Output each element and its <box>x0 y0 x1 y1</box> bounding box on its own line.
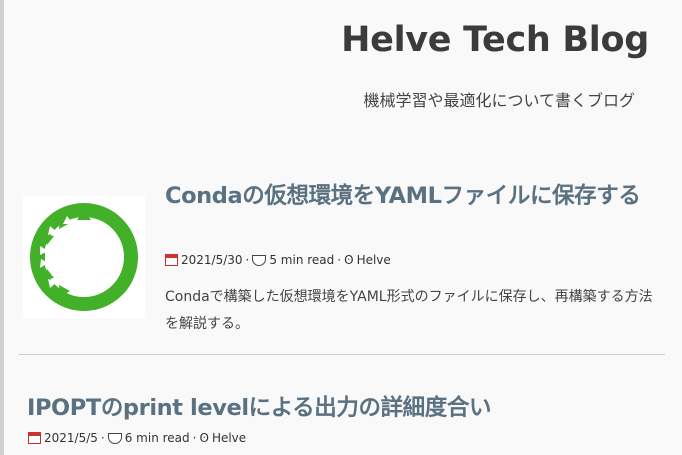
meta-separator: · <box>192 431 197 445</box>
read-time: 6 min read <box>124 431 190 445</box>
meta-separator: · <box>245 253 250 267</box>
post-author[interactable]: Helve <box>212 431 246 445</box>
coffee-cup-icon <box>252 254 267 266</box>
coffee-cup-icon <box>107 432 122 444</box>
left-border <box>0 0 4 455</box>
post-author[interactable]: Helve <box>357 253 391 267</box>
author-hand-icon: ʘ <box>344 253 354 267</box>
anaconda-logo-icon <box>30 203 138 311</box>
calendar-icon <box>165 254 178 266</box>
calendar-icon <box>28 432 41 444</box>
post-excerpt: Condaで構築した仮想環境をYAML形式のファイルに保存し、再構築する方法を解… <box>165 289 653 332</box>
post-meta: 2021/5/5 · 6 min read · ʘ Helve <box>28 431 246 445</box>
post-date: 2021/5/5 <box>44 431 98 445</box>
post-meta: 2021/5/30 · 5 min read · ʘ Helve <box>165 253 391 267</box>
post-date: 2021/5/30 <box>181 253 243 267</box>
post-title[interactable]: Condaの仮想環境をYAMLファイルに保存する <box>165 180 665 213</box>
post-divider <box>19 354 665 355</box>
author-hand-icon: ʘ <box>199 431 209 445</box>
post-thumbnail[interactable] <box>23 196 145 318</box>
meta-separator: · <box>337 253 342 267</box>
read-time: 5 min read <box>269 253 335 267</box>
meta-separator: · <box>100 431 105 445</box>
site-title[interactable]: Helve Tech Blog <box>341 20 649 60</box>
post-title[interactable]: IPOPTのprint levelによる出力の詳細度合い <box>27 392 667 425</box>
site-subtitle: 機械学習や最適化について書くブログ <box>363 91 635 110</box>
